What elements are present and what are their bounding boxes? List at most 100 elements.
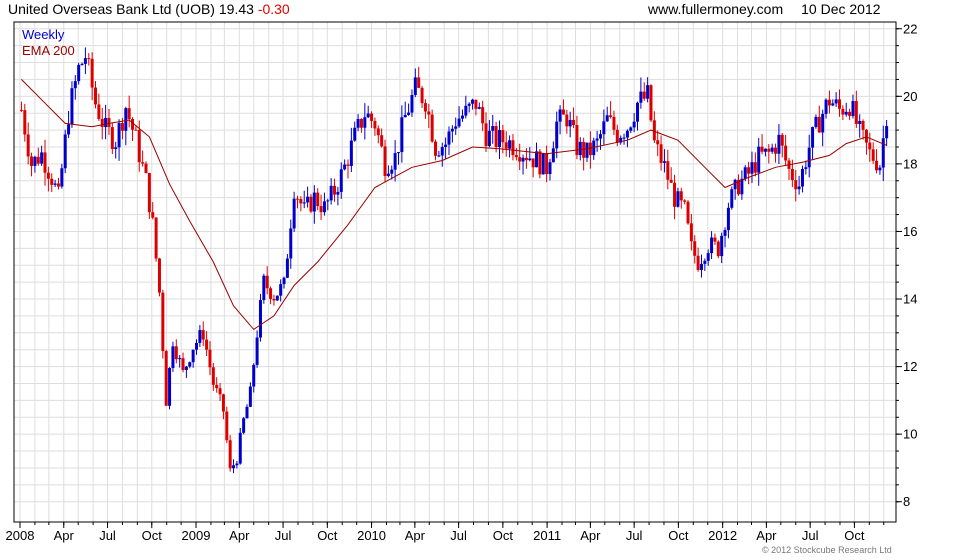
x-tick-label: 2009 xyxy=(182,528,211,543)
candle-body xyxy=(201,330,205,340)
candle-body xyxy=(565,114,569,127)
candle-body xyxy=(774,147,778,154)
candle-body xyxy=(494,126,498,147)
candle-body xyxy=(629,127,633,131)
candle-body xyxy=(329,185,333,201)
candle-body xyxy=(19,109,23,111)
candle-body xyxy=(622,137,626,139)
candle-body xyxy=(46,172,50,179)
x-tick-label: Apr xyxy=(54,528,75,543)
candle-body xyxy=(642,91,646,99)
candle-body xyxy=(376,128,380,136)
legend-ema: EMA 200 xyxy=(22,43,75,58)
x-tick-label: 2008 xyxy=(6,528,35,543)
candle-body xyxy=(834,99,838,104)
plot-frame xyxy=(13,21,897,523)
candle-body xyxy=(195,342,199,350)
y-tick-label: 18 xyxy=(903,156,917,171)
y-tick-label: 16 xyxy=(903,224,917,239)
candle-body xyxy=(797,186,801,190)
candle-body xyxy=(854,101,858,125)
x-tick-label: Jul xyxy=(99,528,116,543)
x-tick-label: Oct xyxy=(844,528,865,543)
candle-body xyxy=(285,258,289,278)
candle-body xyxy=(225,411,229,441)
candle-body xyxy=(218,388,222,395)
candle-body xyxy=(393,153,397,170)
candle-body xyxy=(585,142,589,158)
candle-body xyxy=(659,144,663,163)
candle-body xyxy=(97,104,101,119)
candle-body xyxy=(858,120,862,125)
candle-body xyxy=(723,230,727,236)
candle-body xyxy=(110,127,114,150)
candle-body xyxy=(221,394,225,412)
candle-body xyxy=(144,163,148,174)
candle-body xyxy=(487,130,491,146)
candle-body xyxy=(403,114,407,118)
candle-body xyxy=(171,346,175,368)
ema-200-line xyxy=(21,79,887,331)
candlestick-series xyxy=(19,47,889,474)
candle-body xyxy=(188,362,192,367)
copyright-notice: © 2012 Stockcube Research Ltd xyxy=(762,545,892,555)
candle-body xyxy=(40,152,44,164)
candle-body xyxy=(743,167,747,179)
candle-body xyxy=(511,140,515,156)
candle-body xyxy=(484,123,488,146)
candle-body xyxy=(235,463,239,466)
candle-body xyxy=(578,141,582,156)
candle-body xyxy=(666,161,670,180)
x-tick-label: Jul xyxy=(450,528,467,543)
candle-body xyxy=(689,223,693,242)
candle-body xyxy=(582,141,586,158)
candle-body xyxy=(763,148,767,152)
candle-body xyxy=(380,135,384,147)
candle-body xyxy=(366,113,370,118)
candle-body xyxy=(272,299,276,301)
candle-body xyxy=(841,108,845,115)
candle-body xyxy=(844,111,848,115)
candle-body xyxy=(871,149,875,161)
candle-body xyxy=(299,199,303,204)
candle-body xyxy=(191,349,195,363)
candle-body xyxy=(501,130,505,143)
y-tick-label: 14 xyxy=(903,292,917,307)
candle-body xyxy=(53,183,57,185)
candle-body xyxy=(346,164,350,166)
candle-body xyxy=(228,440,232,469)
candle-body xyxy=(535,151,539,168)
candle-body xyxy=(147,173,151,213)
candle-body xyxy=(134,129,138,131)
candle-body xyxy=(77,64,81,82)
candle-body xyxy=(252,364,256,387)
candle-body xyxy=(817,116,821,133)
candle-body xyxy=(747,167,751,174)
candle-body xyxy=(363,117,367,128)
candle-body xyxy=(864,129,868,143)
candle-body xyxy=(676,191,680,207)
candle-body xyxy=(359,118,363,128)
x-tick-label: Jul xyxy=(626,528,643,543)
candle-body xyxy=(269,288,273,300)
candle-body xyxy=(87,58,91,60)
candle-body xyxy=(615,129,619,143)
candle-body xyxy=(282,277,286,285)
candle-body xyxy=(205,339,209,350)
candle-body xyxy=(780,134,784,146)
candle-body xyxy=(437,155,441,157)
candle-body xyxy=(471,99,475,104)
candle-body xyxy=(541,153,545,175)
candle-body xyxy=(420,87,424,104)
candle-body xyxy=(464,105,468,116)
candle-body xyxy=(407,112,411,115)
candle-body xyxy=(878,167,882,171)
candle-body xyxy=(588,142,592,156)
candle-body xyxy=(279,284,283,296)
candle-body xyxy=(168,367,172,406)
candle-body xyxy=(814,116,818,128)
x-tick-label: Oct xyxy=(142,528,163,543)
candle-body xyxy=(430,114,434,142)
candle-body xyxy=(794,180,798,190)
candle-body xyxy=(100,118,104,128)
